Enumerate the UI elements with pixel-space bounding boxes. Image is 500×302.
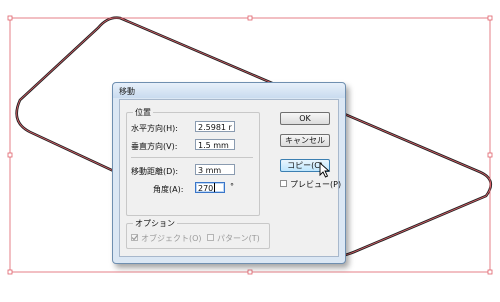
position-group: 位置 水平方向(H): 2.5981 r 垂直方向(V): 1.5 mm 移動距… <box>126 107 260 216</box>
position-group-legend: 位置 <box>133 107 153 118</box>
distance-label: 移動距離(D): <box>131 167 179 176</box>
pattern-label: パターン(T) <box>217 234 260 243</box>
ok-button[interactable]: OK <box>280 112 330 125</box>
handle-top-middle <box>247 15 253 21</box>
position-separator <box>131 157 253 158</box>
text-caret <box>214 183 216 192</box>
angle-unit: ° <box>230 182 234 191</box>
vertical-input[interactable]: 1.5 mm <box>195 139 235 150</box>
handle-top-left <box>7 15 13 21</box>
handle-bottom-middle <box>247 269 253 275</box>
handle-top-right <box>487 15 493 21</box>
preview-label: プレビュー(P) <box>290 180 342 189</box>
horizontal-input[interactable]: 2.5981 r <box>195 121 235 132</box>
objects-checkbox[interactable] <box>131 234 138 241</box>
angle-value: 270 <box>198 184 214 193</box>
options-group: オプション オブジェクト(O) パターン(T) <box>126 218 270 249</box>
distance-input[interactable]: 3 mm <box>195 164 235 175</box>
preview-checkbox[interactable] <box>280 180 287 187</box>
dialog-titlebar[interactable]: 移動 <box>113 83 345 98</box>
pattern-checkbox[interactable] <box>207 234 214 241</box>
handle-middle-right <box>487 152 493 158</box>
horizontal-label: 水平方向(H): <box>131 124 178 133</box>
mouse-pointer-icon <box>319 162 331 178</box>
cancel-button[interactable]: キャンセル <box>280 134 330 147</box>
angle-label: 角度(A): <box>153 185 184 194</box>
move-dialog: 移動 位置 水平方向(H): 2.5981 r 垂直方向(V): 1.5 mm … <box>112 82 346 264</box>
dialog-body: 位置 水平方向(H): 2.5981 r 垂直方向(V): 1.5 mm 移動距… <box>119 99 342 257</box>
handle-bottom-right <box>487 269 493 275</box>
dialog-title: 移動 <box>119 87 135 96</box>
handle-middle-left <box>7 152 13 158</box>
vertical-label: 垂直方向(V): <box>131 142 178 151</box>
objects-label: オブジェクト(O) <box>141 234 202 243</box>
options-group-legend: オプション <box>133 218 177 229</box>
handle-bottom-left <box>7 269 13 275</box>
angle-input[interactable]: 270 <box>195 182 225 193</box>
checkmark-icon <box>131 234 138 241</box>
